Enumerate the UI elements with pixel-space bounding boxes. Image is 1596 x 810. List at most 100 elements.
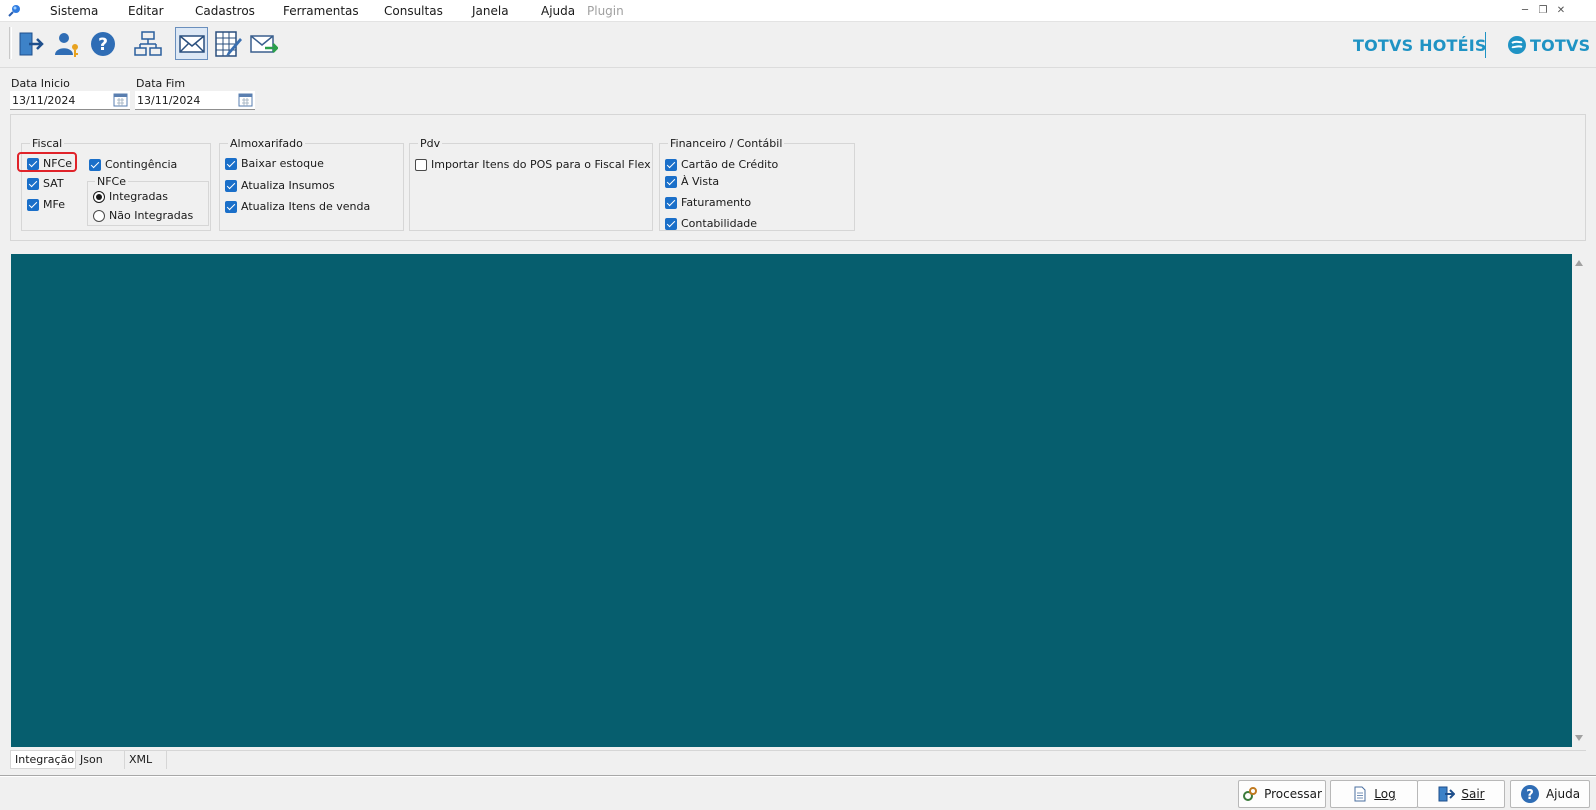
vertical-scrollbar[interactable] xyxy=(1572,254,1586,747)
importar-pos-label: Importar Itens do POS para o Fiscal Flex xyxy=(431,158,651,171)
data-inicio-label: Data Inicio xyxy=(11,77,70,90)
baixar-estoque-label: Baixar estoque xyxy=(241,157,324,170)
checkbox-checked-icon xyxy=(27,198,39,211)
menu-cadastros[interactable]: Cadastros xyxy=(195,4,255,18)
envelope-send-button[interactable] xyxy=(247,27,280,60)
log-label: Log xyxy=(1374,787,1396,801)
tab-json[interactable]: Json xyxy=(76,751,122,769)
nfce-subgroup-title: NFCe xyxy=(95,175,129,188)
contingencia-checkbox[interactable]: Contingência xyxy=(89,158,177,171)
menu-janela[interactable]: Janela xyxy=(472,4,509,18)
gears-icon xyxy=(1243,787,1258,801)
checkbox-checked-icon xyxy=(665,217,677,230)
faturamento-label: Faturamento xyxy=(681,196,752,209)
data-inicio-field[interactable]: 13/11/2024 xyxy=(10,91,130,110)
sat-checkbox[interactable]: SAT xyxy=(27,177,64,190)
cartao-credito-checkbox[interactable]: Cartão de Crédito xyxy=(665,158,778,171)
menu-ferramentas[interactable]: Ferramentas xyxy=(283,4,359,18)
nao-integradas-label: Não Integradas xyxy=(109,209,194,222)
contabilidade-label: Contabilidade xyxy=(681,217,758,230)
org-chart-button[interactable] xyxy=(131,27,164,60)
checkbox-checked-icon xyxy=(89,158,101,171)
checkbox-checked-icon xyxy=(225,157,237,170)
restore-icon[interactable]: ❐ xyxy=(1536,4,1550,18)
atualiza-insumos-checkbox[interactable]: Atualiza Insumos xyxy=(225,179,335,192)
atualiza-itens-label: Atualiza Itens de venda xyxy=(241,200,371,213)
a-vista-label: À Vista xyxy=(681,175,720,188)
pdv-group-title: Pdv xyxy=(418,137,443,150)
org-chart-icon xyxy=(134,31,162,56)
data-fim-label: Data Fim xyxy=(136,77,186,90)
a-vista-checkbox[interactable]: À Vista xyxy=(665,175,719,188)
calendar-icon[interactable] xyxy=(113,93,128,107)
help-button[interactable]: ? xyxy=(86,27,119,60)
exit-button[interactable] xyxy=(14,27,47,60)
sair-label: Sair xyxy=(1461,787,1485,801)
user-key-icon xyxy=(55,33,78,57)
ajuda-button[interactable]: ? Ajuda xyxy=(1510,780,1590,808)
menu-ajuda[interactable]: Ajuda xyxy=(541,4,575,18)
data-fim-value: 13/11/2024 xyxy=(137,94,201,107)
log-button[interactable]: Log xyxy=(1330,780,1418,808)
calendar-icon[interactable] xyxy=(238,93,253,107)
checkbox-checked-icon xyxy=(665,175,677,188)
contabilidade-checkbox[interactable]: Contabilidade xyxy=(665,217,757,230)
menu-sistema[interactable]: Sistema xyxy=(50,4,98,18)
brand-totvs-hoteis: TOTVS HOTÉIS xyxy=(1353,36,1487,55)
tab-xml[interactable]: XML xyxy=(124,751,167,769)
sat-label: SAT xyxy=(43,177,64,190)
integration-content-area[interactable] xyxy=(11,254,1572,747)
help-icon: ? xyxy=(1520,785,1539,803)
scroll-down-icon[interactable] xyxy=(1575,735,1583,741)
close-icon[interactable]: ✕ xyxy=(1554,4,1568,18)
almoxarifado-group-title: Almoxarifado xyxy=(228,137,305,150)
faturamento-checkbox[interactable]: Faturamento xyxy=(665,196,751,209)
financeiro-group-title: Financeiro / Contábil xyxy=(668,137,785,150)
ajuda-label: Ajuda xyxy=(1545,787,1581,801)
brand-separator xyxy=(1485,32,1486,58)
integradas-label: Integradas xyxy=(109,190,168,203)
menu-plugin: Plugin xyxy=(587,4,624,18)
checkbox-checked-icon xyxy=(665,196,677,209)
nao-integradas-radio[interactable]: Não Integradas xyxy=(93,209,193,222)
app-pin-icon[interactable] xyxy=(6,3,22,19)
scroll-up-icon[interactable] xyxy=(1575,260,1583,266)
pdv-group xyxy=(409,143,653,231)
mfe-checkbox[interactable]: MFe xyxy=(27,198,65,211)
spreadsheet-edit-button[interactable] xyxy=(211,27,244,60)
tab-strip-line xyxy=(10,750,1586,751)
svg-text:?: ? xyxy=(98,35,108,55)
envelope-icon xyxy=(179,35,205,53)
envelope-button[interactable] xyxy=(175,27,208,60)
data-fim-field[interactable]: 13/11/2024 xyxy=(135,91,255,110)
baixar-estoque-checkbox[interactable]: Baixar estoque xyxy=(225,157,324,170)
data-inicio-value: 13/11/2024 xyxy=(12,94,76,107)
spreadsheet-edit-icon xyxy=(215,31,242,57)
radio-unselected-icon xyxy=(93,209,105,222)
integradas-radio[interactable]: Integradas xyxy=(93,190,168,203)
menu-editar[interactable]: Editar xyxy=(128,4,164,18)
envelope-send-icon xyxy=(250,35,278,53)
importar-pos-checkbox[interactable]: Importar Itens do POS para o Fiscal Flex xyxy=(415,158,651,171)
atualiza-itens-checkbox[interactable]: Atualiza Itens de venda xyxy=(225,200,370,213)
contingencia-label: Contingência xyxy=(105,158,178,171)
tab-integracao[interactable]: Integração xyxy=(10,751,76,769)
checkbox-checked-icon xyxy=(665,158,677,171)
menu-consultas[interactable]: Consultas xyxy=(384,4,443,18)
nfce-highlight xyxy=(17,152,77,172)
sair-button[interactable]: Sair xyxy=(1417,780,1505,808)
checkbox-checked-icon xyxy=(27,177,39,190)
toolbar: ? TOTVS HOTÉIS TOTVS xyxy=(0,22,1596,68)
toolbar-grip[interactable] xyxy=(9,27,12,59)
radio-selected-icon xyxy=(93,190,105,203)
minimize-icon[interactable]: ─ xyxy=(1518,4,1532,18)
totvs-logo-icon xyxy=(1508,36,1526,54)
checkbox-checked-icon xyxy=(225,179,237,192)
processar-button[interactable]: Processar xyxy=(1238,780,1326,808)
fiscal-group-title: Fiscal xyxy=(30,137,65,150)
user-key-button[interactable] xyxy=(50,27,83,60)
cartao-credito-label: Cartão de Crédito xyxy=(681,158,779,171)
checkbox-unchecked-icon xyxy=(415,158,427,171)
menu-bar: Sistema Editar Cadastros Ferramentas Con… xyxy=(0,0,1596,22)
svg-text:?: ? xyxy=(1526,788,1534,803)
